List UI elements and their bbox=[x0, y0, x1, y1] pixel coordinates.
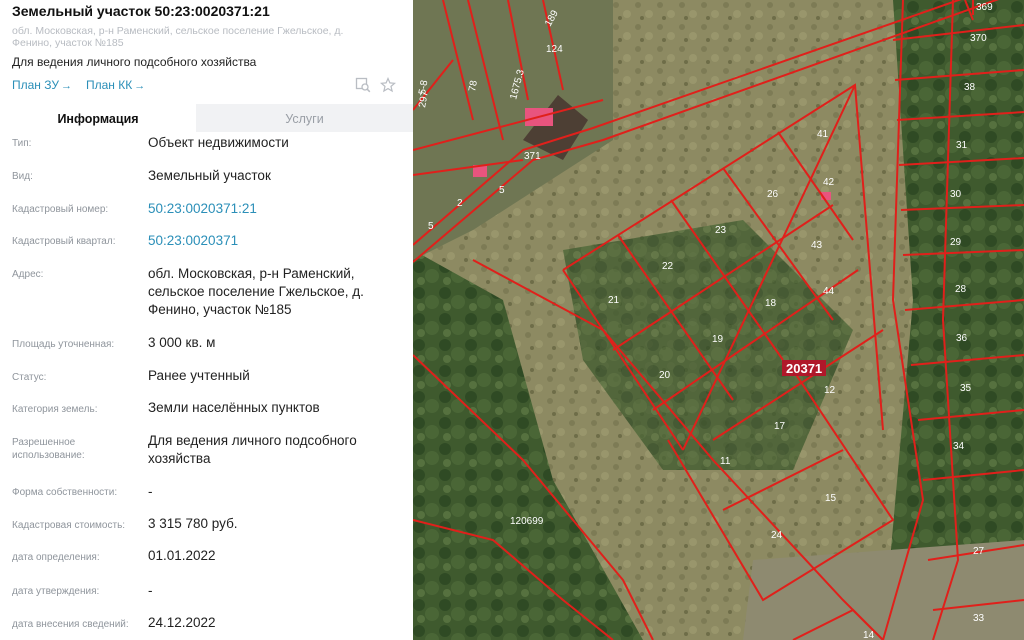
parcel-label: 17 bbox=[774, 421, 786, 432]
label-entry-date: дата внесения сведений: bbox=[12, 619, 129, 630]
value-type: Объект недвижимости bbox=[148, 135, 289, 150]
value-address: обл. Московская, р-н Раменский, сельское… bbox=[148, 266, 364, 317]
label-type: Тип: bbox=[12, 138, 32, 149]
value-approval-date: - bbox=[148, 583, 153, 598]
parcel-label: 35 bbox=[960, 383, 972, 394]
parcel-label: 24 bbox=[771, 530, 783, 541]
value-land-category: Земли населённых пунктов bbox=[148, 400, 320, 415]
map-search-icon[interactable] bbox=[354, 76, 372, 94]
parcel-label: 34 bbox=[953, 441, 965, 452]
parcel-label: 12 bbox=[824, 385, 836, 396]
parcel-label: 33 bbox=[973, 613, 985, 624]
road-label: 120699 bbox=[510, 516, 544, 527]
parcel-label: 28 bbox=[955, 284, 967, 295]
parcel-label: 124 bbox=[546, 44, 563, 55]
label-status: Статус: bbox=[12, 372, 47, 383]
cadastral-map[interactable]: 41 42 26 23 43 22 18 44 21 19 20 12 17 1… bbox=[413, 0, 1024, 640]
purpose-text: Для ведения личного подсобного хозяйства bbox=[12, 55, 257, 69]
value-cadastral-value: 3 315 780 руб. bbox=[148, 516, 238, 531]
parcel-label: 2 bbox=[457, 198, 463, 209]
label-cadastral-number: Кадастровый номер: bbox=[12, 204, 109, 215]
parcel-label: 14 bbox=[863, 630, 875, 640]
parcel-label: 370 bbox=[970, 33, 987, 44]
label-cadastral-value: Кадастровая стоимость: bbox=[12, 520, 126, 531]
label-address: Адрес: bbox=[12, 269, 44, 280]
parcel-label: 21 bbox=[608, 295, 620, 306]
plan-zu-link[interactable]: План ЗУ → bbox=[12, 78, 72, 92]
parcel-label: 11 bbox=[720, 456, 731, 467]
label-permitted-use: Разрешенное использование: bbox=[12, 437, 85, 461]
plan-kk-link[interactable]: План КК → bbox=[86, 78, 145, 92]
parcel-label: 22 bbox=[662, 261, 674, 272]
parcel-label: 371 bbox=[524, 151, 541, 162]
parcel-label: 26 bbox=[767, 189, 779, 200]
label-determination-date: дата определения: bbox=[12, 552, 100, 563]
value-entry-date: 24.12.2022 bbox=[148, 615, 216, 630]
arrow-right-icon: → bbox=[61, 80, 72, 92]
star-icon[interactable] bbox=[379, 76, 397, 94]
parcel-label: 5 bbox=[428, 221, 434, 232]
label-kind: Вид: bbox=[12, 171, 33, 182]
cadastral-quarter-link[interactable]: 50:23:0020371 bbox=[148, 232, 403, 250]
label-land-category: Категория земель: bbox=[12, 404, 98, 415]
parcel-label: 41 bbox=[817, 129, 829, 140]
parcel-label: 29 bbox=[950, 237, 962, 248]
value-status: Ранее учтенный bbox=[148, 368, 250, 383]
value-area: 3 000 кв. м bbox=[148, 335, 216, 350]
value-kind: Земельный участок bbox=[148, 168, 271, 183]
value-ownership: - bbox=[148, 484, 153, 499]
label-ownership: Форма собственности: bbox=[12, 487, 118, 498]
parcel-label: 30 bbox=[950, 189, 962, 200]
label-approval-date: дата утверждения: bbox=[12, 586, 100, 597]
page-title: Земельный участок 50:23:0020371:21 bbox=[12, 3, 270, 19]
parcel-label: 42 bbox=[823, 177, 835, 188]
parcel-label: 23 bbox=[715, 225, 727, 236]
parcel-label: 43 bbox=[811, 240, 823, 251]
parcel-label: 44 bbox=[823, 286, 835, 297]
parcel-label: 36 bbox=[956, 333, 968, 344]
parcel-label: 18 bbox=[765, 298, 777, 309]
parcel-label: 31 bbox=[956, 140, 968, 151]
tab-bar: Информация Услуги bbox=[0, 104, 413, 132]
plan-zu-label: План ЗУ bbox=[12, 78, 59, 92]
parcel-label: 19 bbox=[712, 334, 724, 345]
label-cadastral-quarter: Кадастровый квартал: bbox=[12, 236, 116, 247]
parcel-label: 369 bbox=[976, 2, 993, 13]
parcel-label: 38 bbox=[964, 82, 976, 93]
plan-kk-label: План КК bbox=[86, 78, 133, 92]
tab-info[interactable]: Информация bbox=[0, 104, 196, 132]
address-subtitle: обл. Московская, р-н Раменский, сельское… bbox=[12, 25, 344, 49]
parcel-label: 15 bbox=[825, 493, 837, 504]
parcel-label: 5 bbox=[499, 185, 505, 196]
parcel-label: 27 bbox=[973, 546, 985, 557]
info-panel: Земельный участок 50:23:0020371:21 обл. … bbox=[0, 0, 413, 640]
quarter-label: 20371 bbox=[786, 361, 822, 376]
value-determination-date: 01.01.2022 bbox=[148, 548, 216, 563]
map-canvas[interactable]: 41 42 26 23 43 22 18 44 21 19 20 12 17 1… bbox=[413, 0, 1024, 640]
label-area: Площадь уточненная: bbox=[12, 339, 115, 350]
parcel-label: 20 bbox=[659, 370, 671, 381]
tab-services[interactable]: Услуги bbox=[196, 104, 413, 132]
value-permitted-use: Для ведения личного подсобного хозяйства bbox=[148, 433, 357, 466]
cadastral-number-link[interactable]: 50:23:0020371:21 bbox=[148, 200, 403, 218]
arrow-right-icon: → bbox=[134, 80, 146, 92]
